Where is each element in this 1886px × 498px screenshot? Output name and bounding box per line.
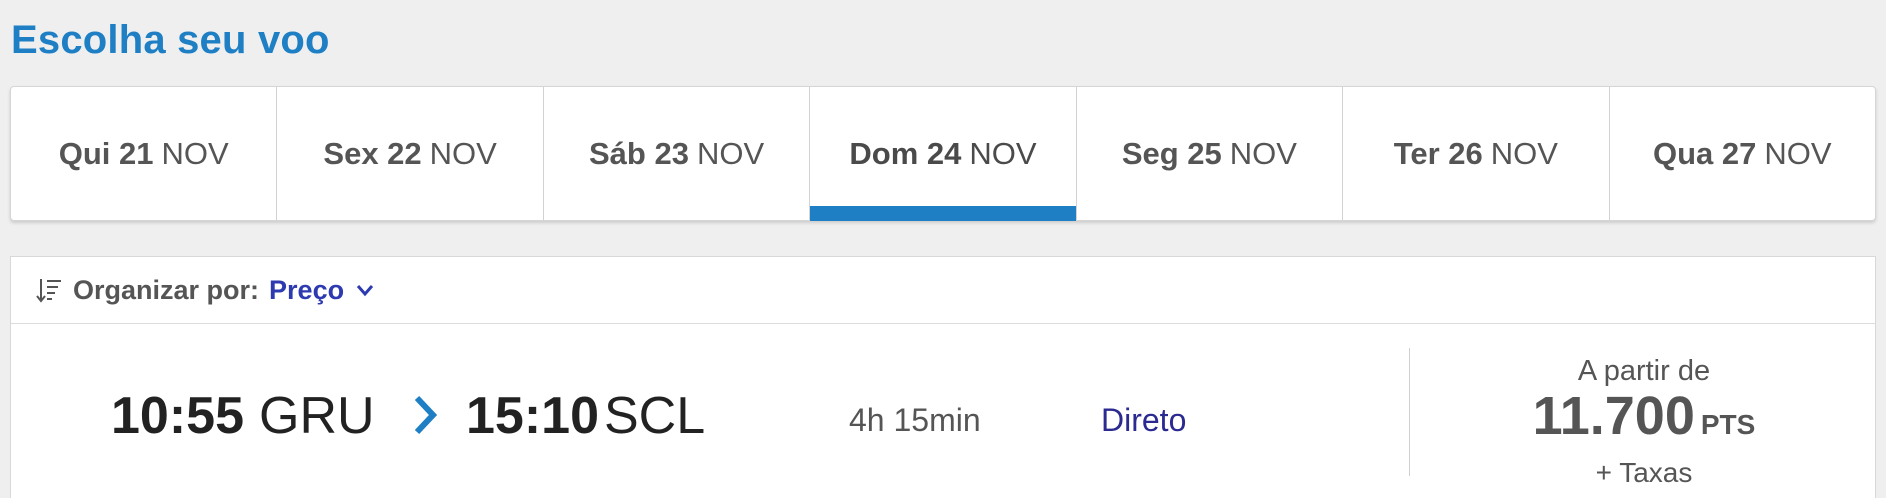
date-tab-month: NOV bbox=[696, 135, 765, 171]
date-tab-month: NOV bbox=[1229, 135, 1297, 171]
sort-value: Preço bbox=[269, 274, 345, 305]
date-tab-day: Seg 25 bbox=[1121, 135, 1222, 171]
flight-stops[interactable]: Direto bbox=[1101, 402, 1186, 439]
date-tab-month: NOV bbox=[1764, 135, 1832, 171]
date-tab-day: Sáb 23 bbox=[588, 135, 689, 171]
date-tabs: Qui 21 NOV Sex 22 NOV Sáb 23 NOV Dom 24 … bbox=[10, 86, 1876, 221]
date-tab-sex-22[interactable]: Sex 22 NOV bbox=[277, 87, 544, 220]
price-unit: PTS bbox=[1700, 409, 1756, 440]
date-tab-month: NOV bbox=[429, 135, 497, 171]
divider bbox=[1409, 348, 1410, 476]
chevron-right-icon bbox=[414, 395, 438, 435]
date-tab-day: Sex 22 bbox=[323, 135, 422, 171]
sort-dropdown[interactable]: Preço bbox=[269, 275, 376, 306]
date-tab-seg-25[interactable]: Seg 25 NOV bbox=[1077, 87, 1344, 220]
price-value: 11.700 bbox=[1532, 386, 1695, 446]
sort-icon bbox=[36, 279, 61, 303]
date-tab-ter-26[interactable]: Ter 26 NOV bbox=[1343, 87, 1610, 220]
flight-row[interactable]: 10:55 GRU 15:10 SCL 4h 15min Direto A pa… bbox=[11, 324, 1875, 498]
date-tab-qui-21[interactable]: Qui 21 NOV bbox=[11, 87, 278, 220]
date-tab-month: NOV bbox=[969, 135, 1037, 171]
date-tab-dom-24-selected[interactable]: Dom 24 NOV bbox=[810, 87, 1077, 221]
date-tab-day: Qua 27 bbox=[1652, 135, 1757, 171]
chevron-down-icon bbox=[356, 285, 374, 297]
departure-airport: GRU bbox=[259, 387, 375, 445]
departure-time: 10:55 bbox=[111, 387, 244, 445]
page-title: Escolha seu voo bbox=[11, 18, 330, 62]
date-tab-month: NOV bbox=[1490, 135, 1558, 171]
price-from-label: A partir de bbox=[1577, 355, 1711, 387]
date-tab-qua-27[interactable]: Qua 27 NOV bbox=[1610, 87, 1875, 220]
price-box[interactable]: A partir de 11.700 PTS + Taxas bbox=[1411, 354, 1877, 488]
results-card: Organizar por: Preço 10:55 GRU 15:10 SCL… bbox=[10, 256, 1876, 498]
arrival-airport: SCL bbox=[604, 387, 706, 445]
date-tab-day: Ter 26 bbox=[1393, 135, 1483, 171]
sort-label: Organizar por: bbox=[73, 274, 260, 305]
arrival-time: 15:10 bbox=[466, 387, 599, 445]
date-tab-day: Dom 24 bbox=[849, 135, 962, 171]
date-tab-sab-23[interactable]: Sáb 23 NOV bbox=[544, 87, 811, 220]
flight-duration: 4h 15min bbox=[849, 402, 981, 438]
taxes-label: + Taxas bbox=[1595, 457, 1693, 488]
price-main: 11.700 PTS bbox=[1411, 388, 1877, 458]
sort-bar: Organizar por: Preço bbox=[11, 257, 1875, 324]
date-tab-day: Qui 21 bbox=[58, 135, 154, 171]
date-tab-month: NOV bbox=[161, 135, 229, 171]
